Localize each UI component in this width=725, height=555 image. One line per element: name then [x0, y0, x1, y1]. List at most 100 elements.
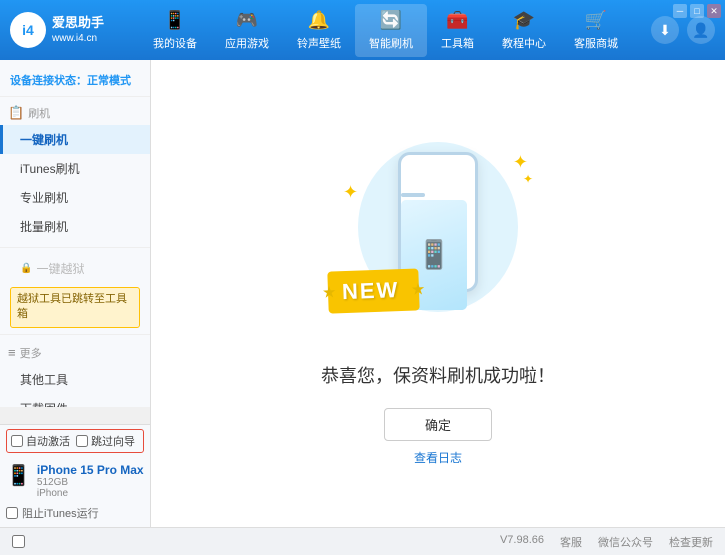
status-value: 正常模式 [87, 75, 131, 87]
tab-toolbox[interactable]: 🧰 工具箱 [427, 4, 488, 57]
section-more: ≡ 更多 [0, 341, 150, 365]
sidebar-scroll: 设备连接状态：正常模式 📋 刷机 一键刷机 iTunes刷机 专业刷机 批量刷机 [0, 60, 150, 407]
footer-link-wechat[interactable]: 微信公众号 [598, 534, 653, 550]
itunes-checkbox[interactable] [6, 507, 18, 519]
sidebar-bottom: 自动激活 跳过向导 📱 iPhone 15 Pro Max 512GB iPho… [0, 424, 150, 527]
status-label: 设备连接状态： [10, 75, 87, 87]
sparkle-icon-3: ✦ [523, 172, 533, 186]
ringtone-icon: 🔔 [308, 10, 330, 31]
tab-ringtones[interactable]: 🔔 铃声壁纸 [283, 4, 355, 57]
itunes-label: 阻止iTunes运行 [22, 505, 99, 521]
sidebar-divider-2 [0, 334, 150, 335]
device-storage: 512GB [37, 477, 144, 488]
download-firmware-label: 下载固件 [20, 402, 68, 407]
sidebar-one-key-jailbreak: 🔒 一键越狱 [0, 254, 150, 283]
app-footer: V7.98.66 客服 微信公众号 检查更新 [0, 527, 725, 555]
new-badge-text: NEW [342, 277, 400, 304]
tab-my-device[interactable]: 📱 我的设备 [139, 4, 211, 57]
other-tools-label: 其他工具 [20, 373, 68, 387]
confirm-label: 确定 [425, 418, 451, 433]
quick-guide-checkbox[interactable]: 跳过向导 [76, 433, 135, 449]
jailbreak-label: 一键越狱 [36, 260, 84, 277]
device-phone-icon: 📱 [6, 463, 31, 488]
footer-link-service[interactable]: 客服 [560, 534, 582, 550]
auto-row: 自动激活 跳过向导 [6, 429, 144, 453]
sparkle-icon-1: ✦ [513, 152, 528, 173]
footer-checkbox[interactable] [12, 535, 25, 548]
close-button[interactable]: ✕ [707, 4, 721, 18]
logo-text: 爱思助手 www.i4.cn [52, 15, 104, 45]
tab-service[interactable]: 🛒 客服商城 [560, 4, 632, 57]
sidebar-item-download-firmware[interactable]: 下载固件 [0, 394, 150, 407]
minimize-button[interactable]: ─ [673, 4, 687, 18]
device-info: 📱 iPhone 15 Pro Max 512GB iPhone [6, 459, 144, 503]
app-title: 爱思助手 [52, 15, 104, 32]
device-details: iPhone 15 Pro Max 512GB iPhone [37, 463, 144, 499]
section-more-title: 更多 [20, 345, 42, 361]
footer-link-update[interactable]: 检查更新 [669, 534, 713, 550]
star-icon-left: ★ [322, 282, 337, 302]
tab-ringtones-label: 铃声壁纸 [297, 35, 341, 51]
success-image: ✦ ✦ ✦ 📱 NEW ★ ★ [338, 122, 538, 342]
quick-guide-input[interactable] [76, 435, 88, 447]
itunes-flash-label: iTunes刷机 [20, 162, 80, 176]
itunes-row: 阻止iTunes运行 [6, 503, 144, 523]
screen-icon: 📱 [417, 238, 452, 271]
sidebar-notice: 越狱工具已跳转至工具箱 [10, 287, 140, 328]
log-link-label: 查看日志 [414, 451, 462, 465]
star-icon-right: ★ [411, 279, 426, 299]
tab-apps-games[interactable]: 🎮 应用游戏 [211, 4, 283, 57]
apps-icon: 🎮 [236, 10, 258, 31]
device-name: iPhone 15 Pro Max [37, 463, 144, 477]
content-area: ✦ ✦ ✦ 📱 NEW ★ ★ 恭喜您，保资料刷机成功啦！ 确定 [150, 60, 725, 527]
tab-tutorial[interactable]: 🎓 教程中心 [488, 4, 560, 57]
sidebar: 设备连接状态：正常模式 📋 刷机 一键刷机 iTunes刷机 专业刷机 批量刷机 [0, 60, 150, 527]
logo-area: i4 爱思助手 www.i4.cn [10, 12, 120, 48]
auto-activate-checkbox[interactable]: 自动激活 [11, 433, 70, 449]
tab-smart-flash[interactable]: 🔄 智能刷机 [355, 4, 427, 57]
sidebar-item-other-tools[interactable]: 其他工具 [0, 365, 150, 394]
version-label: V7.98.66 [500, 534, 544, 550]
smart-flash-icon: 🔄 [380, 10, 402, 31]
notice-text: 越狱工具已跳转至工具箱 [17, 293, 127, 320]
tab-toolbox-label: 工具箱 [441, 35, 474, 51]
app-subtitle: www.i4.cn [52, 32, 104, 45]
log-link[interactable]: 查看日志 [414, 449, 462, 466]
device-icon: 📱 [164, 10, 186, 31]
download-button[interactable]: ⬇ [651, 16, 679, 44]
confirm-button[interactable]: 确定 [384, 408, 492, 441]
window-controls: ─ □ ✕ [673, 4, 721, 18]
success-message: 恭喜您，保资料刷机成功啦！ [321, 362, 555, 388]
tab-tutorial-label: 教程中心 [502, 35, 546, 51]
nav-tabs: 📱 我的设备 🎮 应用游戏 🔔 铃声壁纸 🔄 智能刷机 🧰 工具箱 🎓 [120, 4, 651, 57]
pro-flash-label: 专业刷机 [20, 191, 68, 205]
auto-activate-input[interactable] [11, 435, 23, 447]
sidebar-item-one-key-flash[interactable]: 一键刷机 [0, 125, 150, 154]
sidebar-inner: 设备连接状态：正常模式 📋 刷机 一键刷机 iTunes刷机 专业刷机 批量刷机 [0, 60, 150, 407]
sidebar-item-batch-flash[interactable]: 批量刷机 [0, 212, 150, 241]
lock-icon: 🔒 [20, 263, 32, 274]
logo-icon: i4 [10, 12, 46, 48]
section-flash-title: 刷机 [28, 105, 50, 121]
tab-my-device-label: 我的设备 [153, 35, 197, 51]
section-flash: 📋 刷机 [0, 101, 150, 125]
tab-apps-label: 应用游戏 [225, 35, 269, 51]
more-section-icon: ≡ [8, 345, 16, 360]
sidebar-item-pro-flash[interactable]: 专业刷机 [0, 183, 150, 212]
app-header: i4 爱思助手 www.i4.cn 📱 我的设备 🎮 应用游戏 🔔 铃声壁纸 🔄 [0, 0, 725, 60]
auto-activate-label: 自动激活 [26, 433, 70, 449]
sidebar-item-itunes-flash[interactable]: iTunes刷机 [0, 154, 150, 183]
main-content: 设备连接状态：正常模式 📋 刷机 一键刷机 iTunes刷机 专业刷机 批量刷机 [0, 60, 725, 527]
phone-speaker [401, 193, 425, 197]
user-button[interactable]: 👤 [687, 16, 715, 44]
service-icon: 🛒 [585, 10, 607, 31]
quick-guide-label: 跳过向导 [91, 433, 135, 449]
footer-left [12, 535, 29, 548]
sidebar-divider-1 [0, 247, 150, 248]
one-key-flash-label: 一键刷机 [20, 133, 68, 147]
tutorial-icon: 🎓 [513, 10, 535, 31]
footer-center: V7.98.66 客服 微信公众号 检查更新 [500, 534, 713, 550]
sidebar-status: 设备连接状态：正常模式 [0, 68, 150, 97]
maximize-button[interactable]: □ [690, 4, 704, 18]
tab-service-label: 客服商城 [574, 35, 618, 51]
